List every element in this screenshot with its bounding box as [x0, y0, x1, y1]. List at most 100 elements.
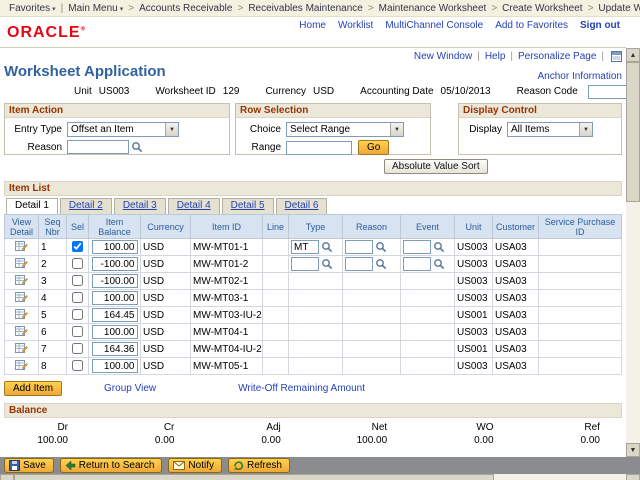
reason-cell [343, 290, 401, 307]
row-select-checkbox[interactable] [72, 360, 83, 371]
anchor-information-link[interactable]: Anchor Information [538, 71, 623, 82]
personalize-page-link[interactable]: Personalize Page [518, 51, 596, 62]
event-cell [401, 324, 455, 341]
item-balance-input[interactable] [92, 359, 138, 373]
add-item-button[interactable]: Add Item [4, 381, 62, 396]
view-detail-icon[interactable] [15, 359, 28, 371]
row-select-checkbox[interactable] [72, 343, 83, 354]
table-row: 7 USD MW-MT04-IU-2 US001 USA03 [5, 341, 622, 358]
favorites-menu[interactable]: Favorites▾ [6, 3, 59, 14]
save-button[interactable]: Save [4, 458, 54, 473]
view-detail-icon[interactable] [15, 308, 28, 320]
tab-detail-1[interactable]: Detail 1 [6, 198, 58, 214]
breadcrumb-item-maintenance-worksheet[interactable]: Maintenance Worksheet [376, 3, 490, 14]
type-input[interactable] [291, 240, 319, 254]
customer-cell: USA03 [493, 307, 539, 324]
page-bar-icon[interactable] [611, 51, 622, 62]
item-action-reason-input[interactable] [67, 140, 129, 154]
tab-detail-2[interactable]: Detail 2 [60, 198, 112, 214]
item-balance-input[interactable] [92, 257, 138, 271]
sign-out-link[interactable]: Sign out [580, 20, 620, 31]
notify-button[interactable]: Notify [168, 458, 222, 473]
item-balance-input[interactable] [92, 240, 138, 254]
return-to-search-button[interactable]: Return to Search [60, 458, 163, 473]
lookup-icon[interactable] [433, 258, 445, 270]
scroll-up-arrow[interactable]: ▲ [626, 48, 640, 62]
lookup-icon[interactable] [321, 258, 333, 270]
unit-cell: US003 [455, 290, 493, 307]
row-select-checkbox[interactable] [72, 275, 83, 286]
line-cell [263, 239, 289, 256]
new-window-link[interactable]: New Window [414, 51, 472, 62]
home-link[interactable]: Home [299, 20, 326, 31]
col-unit: Unit [455, 215, 493, 239]
row-select-checkbox[interactable] [72, 241, 83, 252]
row-select-checkbox[interactable] [72, 292, 83, 303]
entry-type-select[interactable]: Offset an Item ▼ [67, 122, 179, 137]
balance-fields: Dr100.00 Cr0.00 Adj0.00 Net100.00 WO0.00… [4, 418, 622, 446]
worklist-link[interactable]: Worklist [338, 20, 373, 31]
choice-select[interactable]: Select Range ▼ [286, 122, 404, 137]
vertical-scrollbar[interactable]: ▲ ▼ [626, 48, 640, 457]
view-detail-icon[interactable] [15, 274, 28, 286]
col-type: Type [289, 215, 343, 239]
display-select[interactable]: All Items ▼ [507, 122, 593, 137]
lookup-icon[interactable] [321, 241, 333, 253]
cr-value: 0.00 [122, 435, 174, 446]
view-detail-icon[interactable] [15, 325, 28, 337]
chevron-down-icon: ▾ [52, 6, 56, 13]
range-input[interactable] [286, 141, 352, 155]
group-view-link[interactable]: Group View [104, 383, 156, 394]
breadcrumb-item-create-worksheet[interactable]: Create Worksheet [499, 3, 585, 14]
customer-cell: USA03 [493, 256, 539, 273]
separator: > [235, 3, 245, 14]
view-detail-icon[interactable] [15, 240, 28, 252]
multichannel-console-link[interactable]: MultiChannel Console [385, 20, 483, 31]
item-list-title: Item List [4, 181, 622, 196]
reason-code-input[interactable] [588, 85, 626, 99]
main-menu[interactable]: Main Menu▾ [65, 3, 126, 14]
breadcrumb-item-receivables-maintenance[interactable]: Receivables Maintenance [245, 3, 366, 14]
add-to-favorites-link[interactable]: Add to Favorites [495, 20, 568, 31]
event-input[interactable] [403, 257, 431, 271]
item-balance-input[interactable] [92, 308, 138, 322]
go-button[interactable]: Go [358, 140, 389, 155]
absolute-value-sort-button[interactable]: Absolute Value Sort [384, 159, 488, 174]
lookup-icon[interactable] [433, 241, 445, 253]
scroll-down-arrow[interactable]: ▼ [626, 443, 640, 457]
reason-input[interactable] [345, 240, 373, 254]
item-balance-input[interactable] [92, 342, 138, 356]
scroll-left-arrow[interactable] [0, 474, 14, 480]
item-balance-input[interactable] [92, 274, 138, 288]
breadcrumb-item-update-worksheet[interactable]: Update Worksheet [595, 3, 640, 14]
scroll-right-arrow[interactable] [626, 474, 640, 480]
lookup-icon[interactable] [375, 258, 387, 270]
horizontal-scroll-thumb[interactable] [14, 474, 494, 480]
row-select-checkbox[interactable] [72, 309, 83, 320]
view-detail-icon[interactable] [15, 257, 28, 269]
help-link[interactable]: Help [485, 51, 506, 62]
lookup-icon[interactable] [131, 141, 143, 153]
utility-links: New Window | Help | Personalize Page | [4, 50, 622, 63]
row-select-checkbox[interactable] [72, 258, 83, 269]
vertical-scroll-thumb[interactable] [626, 62, 640, 202]
tab-detail-6[interactable]: Detail 6 [276, 198, 328, 214]
row-select-checkbox[interactable] [72, 326, 83, 337]
breadcrumb-item-accounts-receivable[interactable]: Accounts Receivable [136, 3, 235, 14]
view-detail-icon[interactable] [15, 342, 28, 354]
write-off-remaining-amount-link[interactable]: Write-Off Remaining Amount [238, 383, 365, 394]
customer-cell: USA03 [493, 341, 539, 358]
tab-detail-4[interactable]: Detail 4 [168, 198, 220, 214]
reason-input[interactable] [345, 257, 373, 271]
item-balance-input[interactable] [92, 325, 138, 339]
horizontal-scrollbar[interactable] [0, 474, 640, 480]
unit-cell: US003 [455, 324, 493, 341]
type-input[interactable] [291, 257, 319, 271]
item-balance-input[interactable] [92, 291, 138, 305]
refresh-button[interactable]: Refresh [228, 458, 290, 473]
event-input[interactable] [403, 240, 431, 254]
tab-detail-5[interactable]: Detail 5 [222, 198, 274, 214]
tab-detail-3[interactable]: Detail 3 [114, 198, 166, 214]
view-detail-icon[interactable] [15, 291, 28, 303]
lookup-icon[interactable] [375, 241, 387, 253]
